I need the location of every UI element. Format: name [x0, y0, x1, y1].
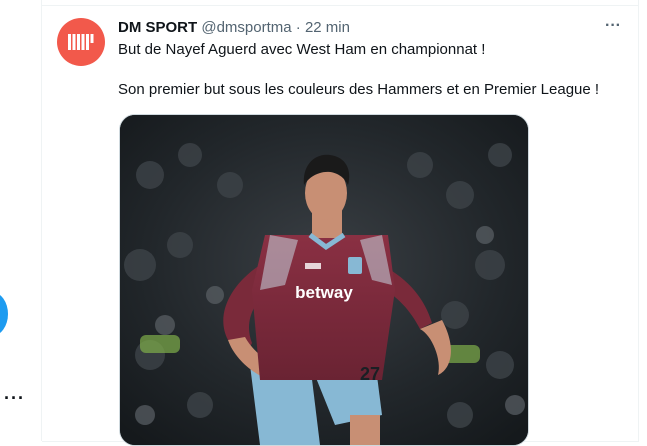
- jersey-sponsor: betway: [295, 283, 353, 302]
- separator: ·: [295, 19, 301, 36]
- player-photo: betway 27: [120, 115, 528, 445]
- shirt-number: 27: [360, 364, 380, 384]
- dm-sport-logo-icon: [68, 34, 94, 50]
- tweet-text-line-2: Son premier but sous les couleurs des Ha…: [118, 81, 600, 98]
- author-name[interactable]: DM SPORT: [118, 19, 197, 36]
- left-nav-rail: ···: [0, 0, 41, 441]
- avatar[interactable]: [57, 18, 105, 66]
- more-menu-button[interactable]: ···: [4, 389, 25, 407]
- tweet-header: DM SPORT @dmsportma · 22 min: [118, 18, 350, 38]
- compose-post-button[interactable]: [0, 292, 8, 336]
- right-border: [638, 0, 639, 441]
- tweet-text-line-1: But de Nayef Aguerd avec West Ham en cha…: [118, 41, 486, 58]
- more-icon[interactable]: ···: [605, 18, 627, 38]
- timestamp[interactable]: 22 min: [305, 19, 350, 36]
- tweet-photo[interactable]: betway 27: [119, 114, 529, 446]
- tweet[interactable]: DM SPORT @dmsportma · 22 min ··· But de …: [42, 0, 639, 446]
- author-handle[interactable]: @dmsportma: [201, 19, 291, 36]
